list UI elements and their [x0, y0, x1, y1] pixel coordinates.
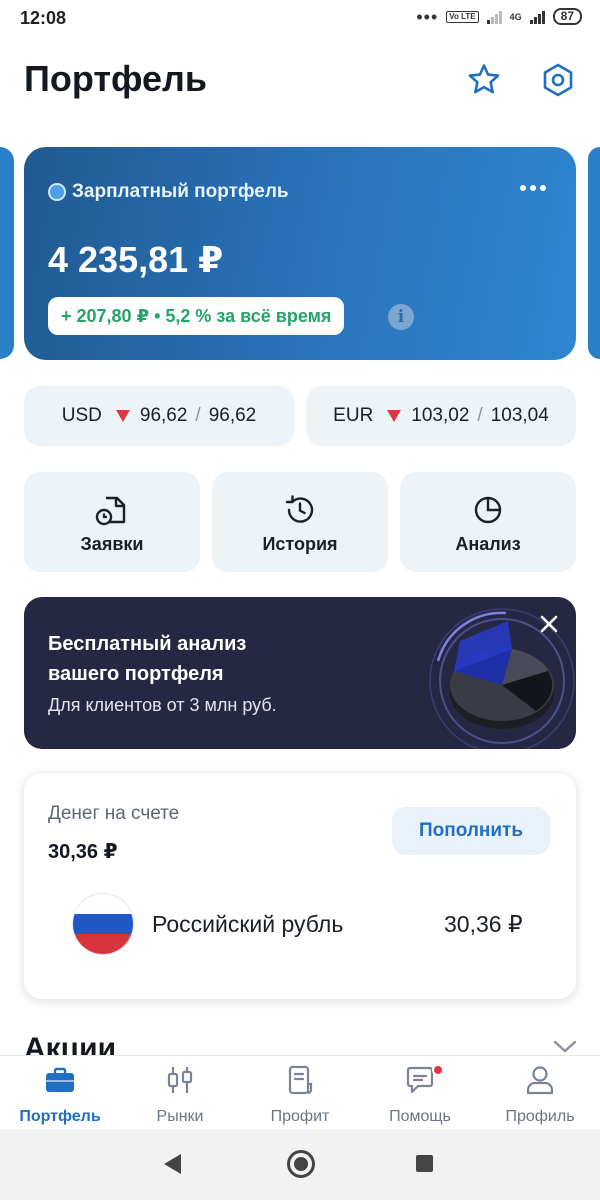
- nav-help[interactable]: Помощь: [360, 1056, 480, 1130]
- status-bar: 12:08 ••• Vo LTE 4G 87: [0, 0, 600, 36]
- person-icon: [526, 1066, 554, 1095]
- nav-markets[interactable]: Рынки: [120, 1056, 240, 1130]
- help-notification-badge: [432, 1064, 444, 1076]
- history-icon: [285, 495, 314, 523]
- nav-label: Помощь: [389, 1108, 451, 1125]
- cash-balance-card: Денег на счете 30,36 ₽ Пополнить Российс…: [24, 773, 576, 999]
- nav-label: Портфель: [19, 1108, 101, 1125]
- currency-amount: 30,36 ₽: [444, 911, 523, 937]
- briefcase-icon: [46, 1067, 74, 1092]
- candles-icon: [167, 1067, 193, 1093]
- back-icon[interactable]: [164, 1154, 181, 1174]
- close-icon[interactable]: [536, 611, 562, 637]
- settings-icon[interactable]: [540, 62, 576, 98]
- orders-clock-doc-icon: [95, 496, 126, 526]
- currency-separator: /: [477, 405, 483, 426]
- currency-code: EUR: [333, 405, 374, 426]
- orders-label: Заявки: [80, 534, 144, 554]
- bottom-nav: Портфель Рынки Профит Помощь Профиль: [0, 1055, 600, 1129]
- status-time: 12:08: [20, 8, 67, 28]
- recent-apps-icon[interactable]: [416, 1155, 433, 1172]
- portfolio-change-badge: + 207,80 ₽ • 5,2 % за всё время: [48, 297, 345, 335]
- chevron-down-icon[interactable]: [552, 1038, 578, 1056]
- currency-sell: 96,62: [208, 405, 257, 426]
- promo-title: Бесплатный анализ вашего портфеля: [48, 633, 247, 685]
- trend-down-icon: [387, 410, 402, 422]
- status-indicators: ••• Vo LTE 4G 87: [416, 6, 582, 27]
- currency-separator: /: [195, 405, 201, 426]
- portfolio-total: 4 235,81 ₽: [48, 239, 224, 280]
- signal-icon-2: [529, 10, 545, 24]
- prev-portfolio-card[interactable]: [0, 147, 14, 359]
- network-type: 4G: [509, 11, 522, 22]
- russia-flag-icon: [72, 893, 134, 955]
- more-notifications-icon: •••: [416, 6, 439, 27]
- portfolio-card[interactable]: Зарплатный портфель 4 235,81 ₽ + 207,80 …: [24, 147, 576, 360]
- next-portfolio-card[interactable]: [588, 147, 600, 359]
- page-title: Портфель: [24, 58, 208, 99]
- nav-profit[interactable]: Профит: [240, 1056, 360, 1130]
- cash-value: 30,36 ₽: [48, 841, 118, 863]
- currency-name[interactable]: Российский рубль: [152, 911, 343, 938]
- currency-rate-usd[interactable]: USD 96,62 / 96,62: [24, 386, 294, 446]
- pie-chart-icon: [474, 496, 502, 524]
- currency-buy: 103,02: [411, 405, 470, 426]
- cash-label: Денег на счете: [48, 803, 180, 824]
- portfolio-status-dot: [48, 183, 66, 201]
- more-icon[interactable]: [520, 185, 546, 191]
- currency-sell: 103,04: [490, 405, 549, 426]
- top-up-button[interactable]: Пополнить: [392, 807, 550, 855]
- portfolio-name-row: Зарплатный портфель: [48, 181, 289, 203]
- analysis-label: Анализ: [455, 534, 521, 554]
- nav-label: Профит: [270, 1108, 330, 1125]
- trend-down-icon: [115, 410, 130, 422]
- battery-indicator: 87: [552, 8, 582, 25]
- currency-rate-eur[interactable]: EUR 103,02 / 103,04: [306, 386, 576, 446]
- nav-label: Профиль: [505, 1108, 575, 1125]
- nav-label: Рынки: [156, 1108, 204, 1125]
- history-button[interactable]: История: [212, 472, 388, 572]
- nav-profile[interactable]: Профиль: [480, 1056, 600, 1130]
- currency-buy: 96,62: [139, 405, 188, 426]
- nav-portfolio[interactable]: Портфель: [0, 1056, 120, 1130]
- stocks-section-title[interactable]: Акции: [24, 1032, 116, 1056]
- home-icon[interactable]: [287, 1150, 315, 1178]
- analysis-button[interactable]: Анализ: [400, 472, 576, 572]
- signal-icon: [486, 10, 502, 24]
- info-icon[interactable]: i: [388, 304, 414, 330]
- history-label: История: [262, 534, 338, 554]
- currency-code: USD: [61, 405, 102, 426]
- portfolio-name: Зарплатный портфель: [72, 181, 289, 202]
- system-nav-bar: [0, 1129, 600, 1200]
- star-icon[interactable]: [466, 62, 502, 98]
- volte-badge: Vo LTE: [446, 10, 479, 23]
- promo-banner[interactable]: Бесплатный анализ вашего портфеля Для кл…: [24, 597, 576, 749]
- promo-subtitle: Для клиентов от 3 млн руб.: [48, 695, 277, 715]
- orders-button[interactable]: Заявки: [24, 472, 200, 572]
- document-icon: [288, 1065, 313, 1095]
